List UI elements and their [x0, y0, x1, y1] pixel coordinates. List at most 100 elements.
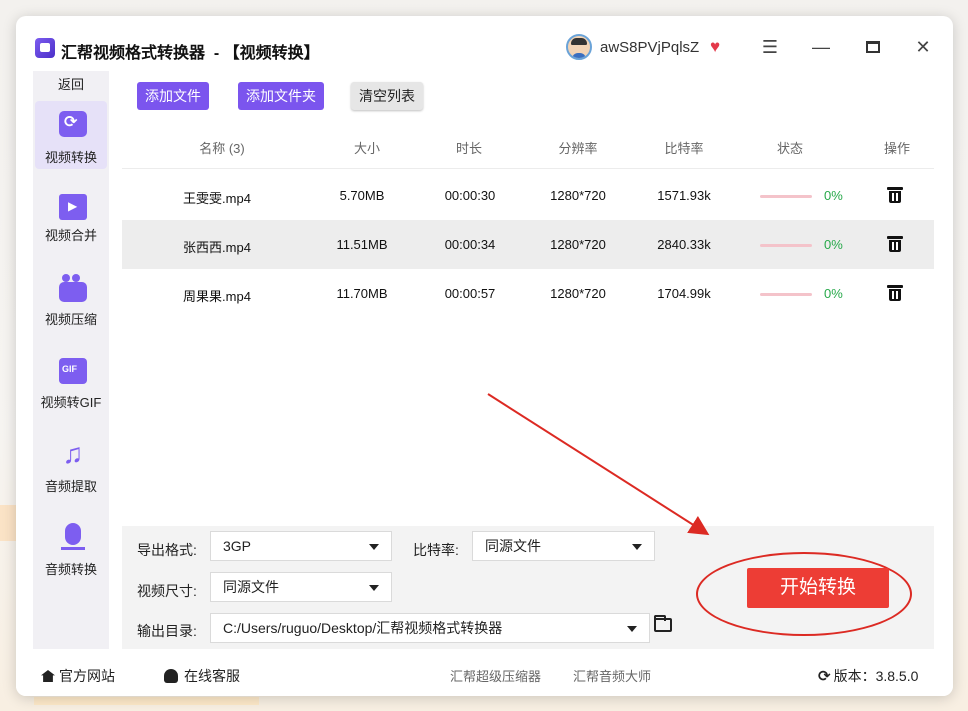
- video-merge-icon: [59, 194, 87, 220]
- refresh-icon: ⟳: [818, 668, 831, 685]
- column-header-size: 大小: [353, 141, 380, 156]
- chevron-down-icon: [632, 544, 642, 550]
- sidebar-item-label: 视频压缩: [44, 312, 97, 327]
- background-strip: [34, 697, 259, 705]
- file-resolution: 1280*720: [550, 188, 606, 203]
- progress-percent: 0%: [824, 286, 843, 301]
- file-size: 5.70MB: [339, 188, 385, 203]
- size-select-value: 同源文件: [223, 579, 279, 595]
- file-bitrate: 2840.33k: [657, 237, 711, 252]
- music-note-icon: ♫: [62, 438, 84, 469]
- file-name: 张西西.mp4: [183, 240, 251, 255]
- version-info[interactable]: ⟳ 版本：3.8.5.0: [818, 666, 918, 686]
- avatar[interactable]: [566, 34, 592, 60]
- back-button[interactable]: 返回: [33, 71, 109, 99]
- file-name: 周果果.mp4: [183, 289, 251, 304]
- sidebar: 返回 视频转换 视频合并 视频压缩 视频转GIF ♫ 音频提取 音频转换: [33, 71, 109, 649]
- official-website-label: 官方网站: [59, 668, 115, 684]
- gif-icon: [59, 358, 87, 384]
- file-duration: 00:00:34: [444, 237, 496, 252]
- sidebar-item-audio-extract[interactable]: ♫ 音频提取: [35, 431, 107, 499]
- sidebar-item-label: 音频转换: [44, 562, 97, 577]
- output-directory-select[interactable]: C:/Users/ruguo/Desktop/汇帮视频格式转换器: [210, 613, 650, 643]
- file-resolution: 1280*720: [550, 286, 606, 301]
- customer-service-icon: [164, 669, 178, 683]
- bitrate-label: 比特率:: [413, 542, 459, 558]
- trash-icon[interactable]: [887, 284, 903, 302]
- close-icon[interactable]: ✕: [911, 36, 935, 58]
- maximize-icon[interactable]: [861, 36, 885, 58]
- add-folder-button[interactable]: 添加文件夹: [238, 82, 324, 110]
- file-resolution: 1280*720: [550, 237, 606, 252]
- chevron-down-icon: [369, 585, 379, 591]
- file-bitrate: 1571.93k: [657, 188, 711, 203]
- sidebar-item-video-convert[interactable]: 视频转换: [35, 101, 107, 169]
- version-label: 版本：: [833, 668, 876, 684]
- column-header-status: 状态: [776, 141, 803, 156]
- sidebar-item-label: 音频提取: [44, 479, 97, 494]
- sidebar-item-audio-convert[interactable]: 音频转换: [35, 513, 107, 581]
- online-service-link[interactable]: 在线客服: [164, 666, 240, 686]
- menu-icon[interactable]: ☰: [758, 36, 782, 58]
- table-row[interactable]: 周果果.mp4 11.70MB 00:00:57 1280*720 1704.9…: [122, 269, 934, 318]
- sidebar-item-video-compress[interactable]: 视频压缩: [35, 266, 107, 334]
- sidebar-item-label: 视频转GIF: [40, 395, 102, 410]
- chevron-down-icon: [369, 544, 379, 550]
- column-header-resolution: 分辨率: [558, 141, 598, 156]
- file-size: 11.70MB: [336, 286, 388, 301]
- official-website-link[interactable]: 官方网站: [41, 666, 115, 686]
- output-directory-value: C:/Users/ruguo/Desktop/汇帮视频格式转换器: [223, 620, 503, 636]
- trash-icon[interactable]: [887, 235, 903, 253]
- size-label: 视频尺寸:: [137, 583, 197, 599]
- folder-icon[interactable]: [654, 615, 672, 632]
- column-header-duration: 时长: [455, 141, 482, 156]
- clear-list-button[interactable]: 清空列表: [351, 82, 423, 110]
- settings-panel: 导出格式: 3GP 比特率: 同源文件 视频尺寸: 同源文件 输出目录: C:/…: [122, 526, 934, 649]
- home-icon: [41, 670, 55, 682]
- video-convert-icon: [59, 111, 87, 137]
- title-bar: 汇帮视频格式转换器 - 【视频转换】 awS8PVjPqlsZ ♥ ☰ — ✕: [16, 16, 953, 68]
- trash-icon[interactable]: [887, 186, 903, 204]
- sidebar-item-label: 视频转换: [44, 150, 97, 165]
- app-icon: [35, 38, 55, 58]
- super-compressor-link[interactable]: 汇帮超级压缩器: [450, 666, 541, 685]
- progress-percent: 0%: [824, 188, 843, 203]
- table-row[interactable]: 张西西.mp4 11.51MB 00:00:34 1280*720 2840.3…: [122, 220, 934, 269]
- progress-percent: 0%: [824, 237, 843, 252]
- audio-master-link[interactable]: 汇帮音频大师: [573, 666, 651, 685]
- file-size: 11.51MB: [336, 237, 388, 252]
- table-row[interactable]: 王雯雯.mp4 5.70MB 00:00:30 1280*720 1571.93…: [122, 171, 934, 220]
- bitrate-select[interactable]: 同源文件: [472, 531, 655, 561]
- column-header-bitrate: 比特率: [664, 141, 704, 156]
- username[interactable]: awS8PVjPqlsZ: [600, 39, 699, 56]
- sidebar-item-gif[interactable]: 视频转GIF: [35, 348, 107, 416]
- start-convert-button[interactable]: 开始转换: [747, 568, 889, 608]
- format-select-value: 3GP: [223, 538, 252, 554]
- column-header-action: 操作: [883, 141, 910, 156]
- format-select[interactable]: 3GP: [210, 531, 392, 561]
- sidebar-item-label: 视频合并: [44, 228, 97, 243]
- chevron-down-icon: [627, 626, 637, 632]
- progress-bar: [760, 195, 812, 198]
- progress-bar: [760, 293, 812, 296]
- sidebar-item-video-merge[interactable]: 视频合并: [35, 184, 107, 252]
- vip-heart-icon[interactable]: ♥: [710, 38, 730, 56]
- column-header-name: 名称 (3): [199, 141, 245, 156]
- format-label: 导出格式:: [137, 542, 197, 558]
- video-compress-icon: [59, 274, 87, 302]
- microphone-icon: [61, 523, 85, 550]
- file-table: 名称 (3) 大小 时长 分辨率 比特率 状态 操作 王雯雯.mp4 5.70M…: [122, 121, 934, 526]
- output-label: 输出目录:: [137, 623, 197, 639]
- online-service-label: 在线客服: [184, 668, 240, 684]
- progress-bar: [760, 244, 812, 247]
- size-select[interactable]: 同源文件: [210, 572, 392, 602]
- add-file-button[interactable]: 添加文件: [137, 82, 209, 110]
- status-bar: 官方网站 在线客服 汇帮超级压缩器 汇帮音频大师 ⟳ 版本：3.8.5.0: [16, 649, 953, 696]
- minimize-icon[interactable]: —: [809, 36, 833, 58]
- file-name: 王雯雯.mp4: [183, 191, 251, 206]
- table-header: 名称 (3) 大小 时长 分辨率 比特率 状态 操作: [122, 121, 934, 169]
- version-number: 3.8.5.0: [875, 668, 919, 684]
- file-duration: 00:00:57: [444, 286, 496, 301]
- window-title: 汇帮视频格式转换器 - 【视频转换】: [61, 45, 320, 62]
- bitrate-select-value: 同源文件: [485, 538, 541, 554]
